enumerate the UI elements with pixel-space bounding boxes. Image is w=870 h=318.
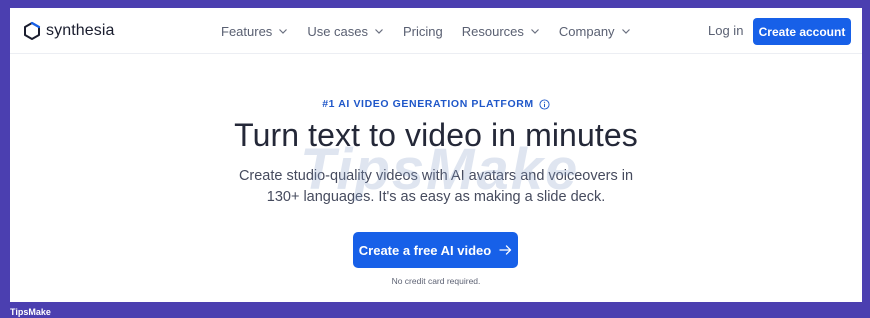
nav-item-label: Company xyxy=(558,23,615,39)
hero-eyebrow: #1 AI VIDEO GENERATION PLATFORM xyxy=(10,98,862,110)
site-header: synthesia Features Use cases Pricing Res… xyxy=(10,8,862,54)
synthesia-logo-icon xyxy=(24,21,41,40)
chevron-down-icon xyxy=(621,29,630,34)
cta-label: Create a free AI video xyxy=(358,242,492,258)
hero-headline: Turn text to video in minutes xyxy=(234,117,638,153)
chevron-down-icon xyxy=(530,29,539,34)
create-account-button[interactable]: Create account xyxy=(753,18,851,45)
footer-bar-label: TipsMake xyxy=(10,307,51,317)
hero-subtitle-line: Create studio-quality videos with AI ava… xyxy=(238,168,634,184)
browser-viewport: synthesia Features Use cases Pricing Res… xyxy=(10,8,862,302)
brand-logo[interactable]: synthesia xyxy=(22,19,115,43)
nav-item-resources[interactable]: Resources xyxy=(462,24,540,39)
main-nav: Features Use cases Pricing Resources Com… xyxy=(221,22,631,40)
nav-item-label: Use cases xyxy=(307,23,369,39)
nav-item-use-cases[interactable]: Use cases xyxy=(307,24,384,39)
nav-item-label: Resources xyxy=(461,23,524,39)
brand-name: synthesia xyxy=(46,22,115,39)
create-free-video-button[interactable]: Create a free AI video xyxy=(353,232,518,268)
eyebrow-text: #1 AI VIDEO GENERATION PLATFORM xyxy=(322,98,534,110)
hero-subtitle-line: 130+ languages. It's as easy as making a… xyxy=(266,189,606,205)
chevron-down-icon xyxy=(375,29,383,34)
hero-subtitle: Create studio-quality videos with AI ava… xyxy=(10,166,862,208)
chevron-down-icon xyxy=(279,29,288,34)
nav-item-company[interactable]: Company xyxy=(559,24,631,39)
arrow-right-icon xyxy=(499,245,512,255)
info-icon[interactable] xyxy=(539,98,550,110)
nav-item-pricing[interactable]: Pricing xyxy=(403,24,443,39)
login-link[interactable]: Log in xyxy=(708,23,743,38)
nav-item-label: Features xyxy=(221,23,273,39)
nav-item-label: Pricing xyxy=(403,23,443,39)
no-credit-card-note: No credit card required. xyxy=(391,276,481,286)
nav-item-features[interactable]: Features xyxy=(221,24,288,39)
